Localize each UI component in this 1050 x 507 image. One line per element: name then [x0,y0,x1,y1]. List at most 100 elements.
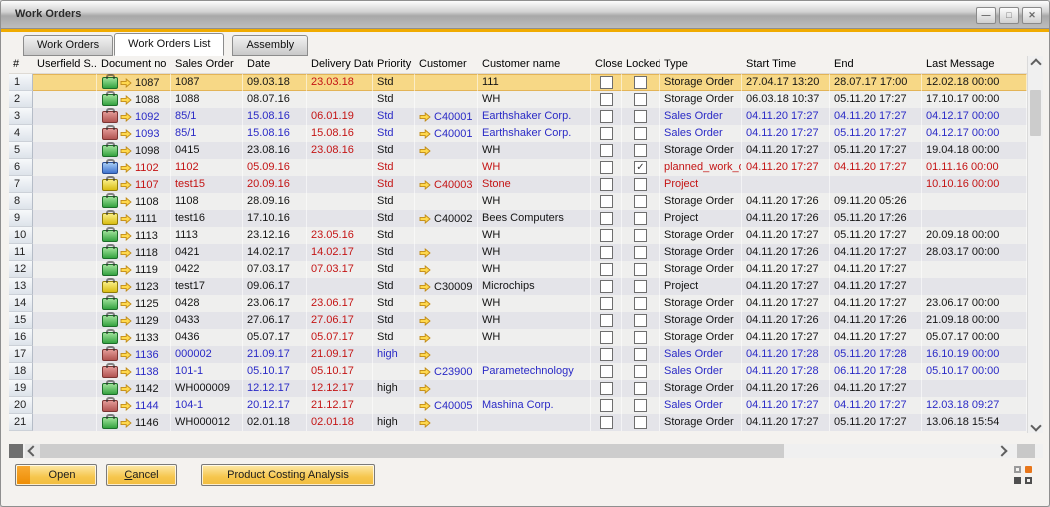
column-header-customer[interactable]: Customer [415,56,478,73]
column-header-start-time[interactable]: Start Time [742,56,830,73]
link-arrow-icon[interactable] [120,384,132,394]
link-arrow-icon[interactable] [419,112,431,122]
link-arrow-icon[interactable] [120,146,132,156]
locked-checkbox[interactable] [634,399,647,412]
locked-checkbox[interactable] [634,229,647,242]
link-arrow-icon[interactable] [419,316,431,326]
row-number[interactable]: 11 [9,244,33,261]
closed-checkbox[interactable] [600,178,613,191]
link-arrow-icon[interactable] [120,180,132,190]
link-arrow-icon[interactable] [419,146,431,156]
closed-checkbox[interactable] [600,348,613,361]
column-header-locked[interactable]: Locked [622,56,660,73]
link-arrow-icon[interactable] [120,282,132,292]
link-arrow-icon[interactable] [419,129,431,139]
link-arrow-icon[interactable] [120,78,132,88]
cancel-button[interactable]: Cancel [106,464,177,486]
closed-checkbox[interactable] [600,297,613,310]
tab-work-orders[interactable]: Work Orders [23,35,113,56]
row-number[interactable]: 20 [9,397,33,414]
titlebar[interactable]: Work Orders — □ ✕ [1,1,1049,29]
closed-checkbox[interactable] [600,416,613,429]
column-header-customer-name[interactable]: Customer name [478,56,591,73]
column-header-end[interactable]: End [830,56,922,73]
link-arrow-icon[interactable] [419,180,431,190]
closed-checkbox[interactable] [600,76,613,89]
row-number[interactable]: 4 [9,125,33,142]
scroll-up-button[interactable] [1028,56,1044,71]
locked-checkbox[interactable] [634,382,647,395]
row-number[interactable]: 18 [9,363,33,380]
link-arrow-icon[interactable] [120,163,132,173]
link-arrow-icon[interactable] [419,299,431,309]
link-arrow-icon[interactable] [120,265,132,275]
closed-checkbox[interactable] [600,263,613,276]
row-number[interactable]: 13 [9,278,33,295]
column-header-last-message[interactable]: Last Message [922,56,1027,73]
row-number[interactable]: 10 [9,227,33,244]
locked-checkbox[interactable] [634,314,647,327]
closed-checkbox[interactable] [600,212,613,225]
closed-checkbox[interactable] [600,382,613,395]
link-arrow-icon[interactable] [419,384,431,394]
work-order-row[interactable]: 151129043327.06.1727.06.17StdWHStorage O… [9,312,1043,329]
work-order-row[interactable]: 3109285/115.08.1606.01.19StdC40001Earths… [9,108,1043,125]
work-order-row[interactable]: 131123test1709.06.17StdC30009MicrochipsP… [9,278,1043,295]
row-number[interactable]: 2 [9,91,33,108]
closed-checkbox[interactable] [600,161,613,174]
locked-checkbox[interactable] [634,178,647,191]
locked-checkbox[interactable] [634,416,647,429]
work-order-row[interactable]: 4109385/115.08.1615.08.16StdC40001Earths… [9,125,1043,142]
scroll-right-button[interactable] [994,444,1009,458]
row-number[interactable]: 12 [9,261,33,278]
locked-checkbox[interactable] [634,93,647,106]
row-number[interactable]: 9 [9,210,33,227]
tab-work-orders-list[interactable]: Work Orders List [114,33,224,56]
work-order-row[interactable]: 51098041523.08.1623.08.16StdWHStorage Or… [9,142,1043,159]
locked-checkbox[interactable] [634,246,647,259]
link-arrow-icon[interactable] [120,231,132,241]
link-arrow-icon[interactable] [120,197,132,207]
link-arrow-icon[interactable] [120,248,132,258]
link-arrow-icon[interactable] [419,367,431,377]
row-number[interactable]: 17 [9,346,33,363]
locked-checkbox[interactable] [634,348,647,361]
locked-checkbox[interactable] [634,263,647,276]
product-costing-analysis-button[interactable]: Product Costing Analysis [201,464,375,486]
tab-assembly[interactable]: Assembly [232,35,308,56]
link-arrow-icon[interactable] [419,333,431,343]
closed-checkbox[interactable] [600,93,613,106]
column-header-type[interactable]: Type [660,56,742,73]
open-button[interactable]: Open [15,464,97,486]
closed-checkbox[interactable] [600,110,613,123]
locked-checkbox[interactable] [634,195,647,208]
locked-checkbox[interactable] [634,76,647,89]
row-number[interactable]: 16 [9,329,33,346]
row-number[interactable]: 6 [9,159,33,176]
link-arrow-icon[interactable] [120,367,132,377]
work-order-row[interactable]: 111118042114.02.1714.02.17StdWHStorage O… [9,244,1043,261]
row-number[interactable]: 8 [9,193,33,210]
link-arrow-icon[interactable] [120,95,132,105]
locked-checkbox[interactable] [634,297,647,310]
column-header-sales-order[interactable]: Sales Order [171,56,243,73]
link-arrow-icon[interactable] [120,418,132,428]
closed-checkbox[interactable] [600,127,613,140]
split-box[interactable] [9,444,23,458]
row-number[interactable]: 1 [9,74,33,91]
row-number[interactable]: 19 [9,380,33,397]
work-order-row[interactable]: 141125042823.06.1723.06.17StdWHStorage O… [9,295,1043,312]
horizontal-scrollbar[interactable] [9,444,1043,458]
locked-checkbox[interactable] [634,331,647,344]
row-number[interactable]: 7 [9,176,33,193]
column-header-closed[interactable]: Closed [591,56,622,73]
work-order-row[interactable]: 81108110828.09.16StdWHStorage Order04.11… [9,193,1043,210]
close-button[interactable]: ✕ [1022,7,1042,24]
work-order-row[interactable]: 191142WH00000912.12.1712.12.17highStorag… [9,380,1043,397]
work-order-row[interactable]: 101113111323.12.1623.05.16StdWHStorage O… [9,227,1043,244]
locked-checkbox[interactable] [634,110,647,123]
work-order-row[interactable]: 201144104-120.12.1721.12.17C40005Mashina… [9,397,1043,414]
work-order-row[interactable]: 211146WH00001202.01.1802.01.18highStorag… [9,414,1043,431]
closed-checkbox[interactable] [600,144,613,157]
link-arrow-icon[interactable] [120,401,132,411]
